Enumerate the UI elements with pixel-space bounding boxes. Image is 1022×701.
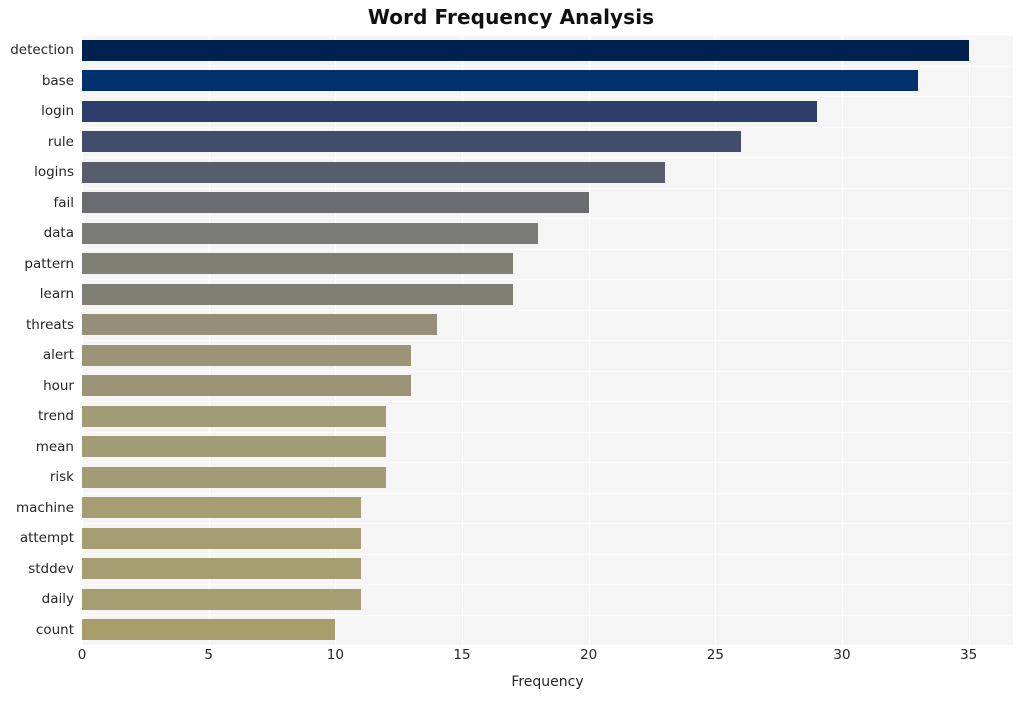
y-tick-label: alert xyxy=(42,347,74,364)
x-tick-label: 20 xyxy=(580,647,598,663)
gridline-horizontal xyxy=(82,523,1013,524)
bar xyxy=(82,100,817,122)
y-tick-label: detection xyxy=(10,42,74,59)
bar xyxy=(82,39,969,61)
chart-figure: Word Frequency Analysis detection base log… xyxy=(0,0,1022,701)
bar xyxy=(82,588,361,610)
gridline-horizontal xyxy=(82,371,1013,372)
x-tick-label: 35 xyxy=(960,647,978,663)
y-tick-label: pattern xyxy=(24,255,74,272)
x-tick-label: 30 xyxy=(833,647,851,663)
plot-area xyxy=(82,35,1013,645)
gridline-horizontal xyxy=(82,127,1013,128)
x-tick-label: 15 xyxy=(453,647,471,663)
gridline-horizontal xyxy=(82,310,1013,311)
y-axis-tick-labels: detection base login rule logins fail data patt… xyxy=(0,35,82,645)
y-tick-label: mean xyxy=(35,438,74,455)
gridline-horizontal xyxy=(82,249,1013,250)
y-tick-label: login xyxy=(41,103,74,120)
gridline-horizontal xyxy=(82,615,1013,616)
y-tick-label: risk xyxy=(49,469,74,486)
x-tick-label: 25 xyxy=(706,647,724,663)
chart-title: Word Frequency Analysis xyxy=(367,5,655,29)
bar xyxy=(82,497,361,519)
y-tick-label: fail xyxy=(53,194,74,211)
y-tick-label: machine xyxy=(15,499,74,516)
y-tick-label: data xyxy=(43,225,74,242)
bar xyxy=(82,466,386,488)
bar xyxy=(82,314,437,336)
gridline-horizontal xyxy=(82,462,1013,463)
y-tick-label: threats xyxy=(25,316,74,333)
y-tick-label: attempt xyxy=(19,530,74,547)
gridline-horizontal xyxy=(82,218,1013,219)
y-tick-label: count xyxy=(35,621,74,638)
gridline-horizontal xyxy=(82,96,1013,97)
y-tick-label: base xyxy=(41,72,74,89)
bar xyxy=(82,161,665,183)
x-axis-tick-labels: 0 5 10 15 20 25 30 35 xyxy=(78,647,1013,669)
gridline-horizontal xyxy=(82,279,1013,280)
y-tick-label: stddev xyxy=(28,560,74,577)
gridline-horizontal xyxy=(82,66,1013,67)
gridline-horizontal xyxy=(82,554,1013,555)
x-tick-label: 0 xyxy=(77,647,87,663)
y-tick-label: hour xyxy=(43,377,74,394)
bar xyxy=(82,192,589,214)
bar xyxy=(82,527,361,549)
gridline-horizontal xyxy=(82,584,1013,585)
bar xyxy=(82,70,918,92)
y-tick-label: daily xyxy=(41,591,74,608)
gridline-horizontal xyxy=(82,340,1013,341)
bar xyxy=(82,436,386,458)
y-tick-label: trend xyxy=(38,408,74,425)
bar xyxy=(82,253,513,275)
y-tick-label: logins xyxy=(34,164,74,181)
bar xyxy=(82,375,412,397)
y-tick-label: rule xyxy=(47,133,74,150)
x-tick-label: 10 xyxy=(326,647,344,663)
gridline-horizontal xyxy=(82,35,1013,36)
bar xyxy=(82,222,538,244)
gridline-horizontal xyxy=(82,157,1013,158)
gridline-horizontal xyxy=(82,493,1013,494)
bar xyxy=(82,283,513,305)
bar xyxy=(82,558,361,580)
bar xyxy=(82,131,741,153)
bar xyxy=(82,344,412,366)
x-axis-label: Frequency xyxy=(511,674,584,690)
x-tick-label: 5 xyxy=(204,647,213,663)
y-tick-label: learn xyxy=(39,286,74,303)
bar xyxy=(82,619,336,641)
gridline-horizontal xyxy=(82,432,1013,433)
gridline-horizontal xyxy=(82,401,1013,402)
bar xyxy=(82,405,386,427)
gridline-horizontal xyxy=(82,188,1013,189)
